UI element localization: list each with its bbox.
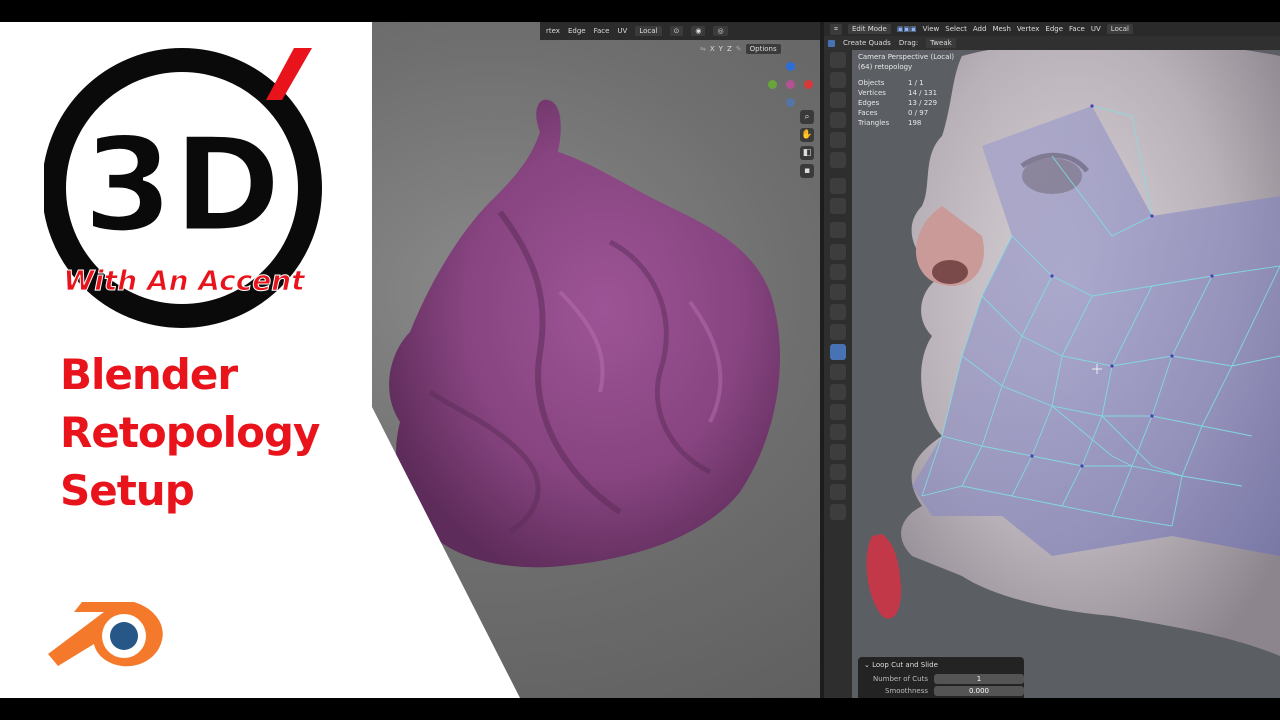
logo-3d-text: 3D: [83, 109, 281, 261]
knife-tool-icon[interactable]: [830, 324, 846, 340]
snap-icon[interactable]: ◉: [691, 26, 706, 36]
proportional-icon[interactable]: ◎: [713, 26, 728, 36]
create-quads-checkbox[interactable]: [828, 39, 835, 47]
camera-icon[interactable]: ◧: [800, 146, 814, 160]
menu-face[interactable]: Face: [594, 27, 610, 35]
menu-face[interactable]: Face: [1069, 25, 1085, 33]
left-viewport-header: rtex Edge Face UV Local ⊙ ◉ ◎: [540, 22, 822, 40]
operator-field: Number of Cuts 1: [858, 673, 1024, 685]
measure-tool-icon[interactable]: [830, 198, 846, 214]
mirror-icon[interactable]: ⇋: [700, 45, 706, 53]
orientation-dropdown[interactable]: Local: [635, 26, 662, 36]
wrench-icon[interactable]: ✎: [736, 45, 742, 53]
gizmo-x-axis[interactable]: [804, 80, 813, 89]
camera-view-label: Camera Perspective (Local): [858, 53, 955, 61]
right-viewport-header: ⌗ Edit Mode ▣▣▣ View Select Add Mesh Ver…: [824, 22, 1280, 36]
push-pull-tool-icon[interactable]: [830, 504, 846, 520]
stat-row: Vertices 14 / 131: [858, 89, 938, 97]
stat-row: Faces 0 / 97: [858, 109, 929, 117]
viewport-stats-overlay: Camera Perspective (Local) (64) retopolo…: [858, 52, 954, 128]
toolbar: [824, 50, 852, 698]
select-tool-icon[interactable]: [830, 52, 846, 68]
gizmo-neg-z-axis[interactable]: [786, 98, 795, 107]
move-tool-icon[interactable]: [830, 92, 846, 108]
smooth-tool-icon[interactable]: [830, 384, 846, 400]
extrude-tool-icon[interactable]: [830, 244, 846, 260]
menu-edge[interactable]: Edge: [568, 27, 586, 35]
axis-z-toggle[interactable]: Z: [727, 45, 732, 53]
title-line-2: Retopology: [60, 408, 320, 457]
cursor-tool-icon[interactable]: [830, 72, 846, 88]
gizmo-z-axis[interactable]: [786, 62, 795, 71]
spin-tool-icon[interactable]: [830, 364, 846, 380]
lock-icon[interactable]: ▪: [800, 164, 814, 178]
editor-type-icon[interactable]: ⌗: [830, 23, 842, 35]
menu-view[interactable]: View: [923, 25, 940, 33]
transform-tool-icon[interactable]: [830, 152, 846, 168]
menu-select[interactable]: Select: [945, 25, 967, 33]
drag-dropdown[interactable]: Tweak: [926, 38, 956, 48]
loop-cut-tool-icon[interactable]: [830, 304, 846, 320]
screenshot-stage: rtex Edge Face UV Local ⊙ ◉ ◎ ⇋ X Y Z ✎ …: [0, 22, 1280, 698]
menu-edge[interactable]: Edge: [1045, 25, 1063, 33]
create-quads-label: Create Quads: [843, 39, 891, 47]
annotate-tool-icon[interactable]: [830, 178, 846, 194]
add-cube-tool-icon[interactable]: [830, 222, 846, 238]
mode-dropdown[interactable]: Edit Mode: [847, 24, 891, 34]
gizmo-y-axis[interactable]: [768, 80, 777, 89]
edit-mode-viewport[interactable]: ⌗ Edit Mode ▣▣▣ View Select Add Mesh Ver…: [824, 22, 1280, 698]
zoom-icon[interactable]: ⌕: [800, 110, 814, 124]
edge-slide-tool-icon[interactable]: [830, 444, 846, 460]
operator-panel-title[interactable]: ⌄ Loop Cut and Slide: [858, 657, 1024, 673]
rip-tool-icon[interactable]: [830, 484, 846, 500]
title-line-3: Setup: [60, 466, 195, 515]
3d-with-an-accent-logo: 3D With An Accent: [44, 48, 322, 328]
stat-row: Objects 1 / 1: [858, 79, 924, 87]
number-of-cuts-input[interactable]: 1: [934, 674, 1024, 684]
left-viewport-subheader: ⇋ X Y Z ✎ Options: [700, 41, 822, 57]
gizmo-center: [786, 80, 795, 89]
scale-tool-icon[interactable]: [830, 132, 846, 148]
pivot-dropdown-icon[interactable]: ⊙: [669, 26, 684, 36]
shear-tool-icon[interactable]: [830, 464, 846, 480]
drag-label: Drag:: [898, 39, 919, 47]
bevel-tool-icon[interactable]: [830, 284, 846, 300]
menu-uv[interactable]: UV: [617, 27, 627, 35]
tool-settings-bar: Create Quads Drag: Tweak: [824, 36, 1280, 50]
stat-row: Triangles 198: [858, 119, 922, 127]
axis-x-toggle[interactable]: X: [710, 45, 715, 53]
select-mode-icons[interactable]: ▣▣▣: [897, 25, 917, 33]
object-name-label: (64) retopology: [858, 63, 913, 71]
rotate-tool-icon[interactable]: [830, 112, 846, 128]
axis-y-toggle[interactable]: Y: [719, 45, 723, 53]
randomize-tool-icon[interactable]: [830, 404, 846, 420]
blender-logo-icon: [48, 602, 163, 667]
options-dropdown[interactable]: Options: [745, 44, 781, 54]
operator-panel[interactable]: ⌄ Loop Cut and Slide Number of Cuts 1 Sm…: [858, 657, 1024, 698]
inset-tool-icon[interactable]: [830, 264, 846, 280]
hand-icon[interactable]: ✋: [800, 128, 814, 142]
menu-vertex[interactable]: Vertex: [1017, 25, 1040, 33]
logo-tagline: With An Accent: [63, 264, 306, 297]
menu-vertex[interactable]: rtex: [546, 27, 560, 35]
stat-row: Edges 13 / 229: [858, 99, 938, 107]
menu-add[interactable]: Add: [973, 25, 987, 33]
menu-uv[interactable]: UV: [1091, 25, 1101, 33]
poly-build-tool-icon[interactable]: [830, 344, 846, 360]
shrink-fatten-tool-icon[interactable]: [830, 424, 846, 440]
reference-head-with-retopo-mesh: [852, 36, 1280, 698]
smoothness-input[interactable]: 0.000: [934, 686, 1024, 696]
menu-mesh[interactable]: Mesh: [992, 25, 1010, 33]
title-line-1: Blender: [60, 350, 238, 399]
operator-field: Smoothness 0.000: [858, 685, 1024, 697]
orientation-dropdown[interactable]: Local: [1106, 24, 1133, 34]
